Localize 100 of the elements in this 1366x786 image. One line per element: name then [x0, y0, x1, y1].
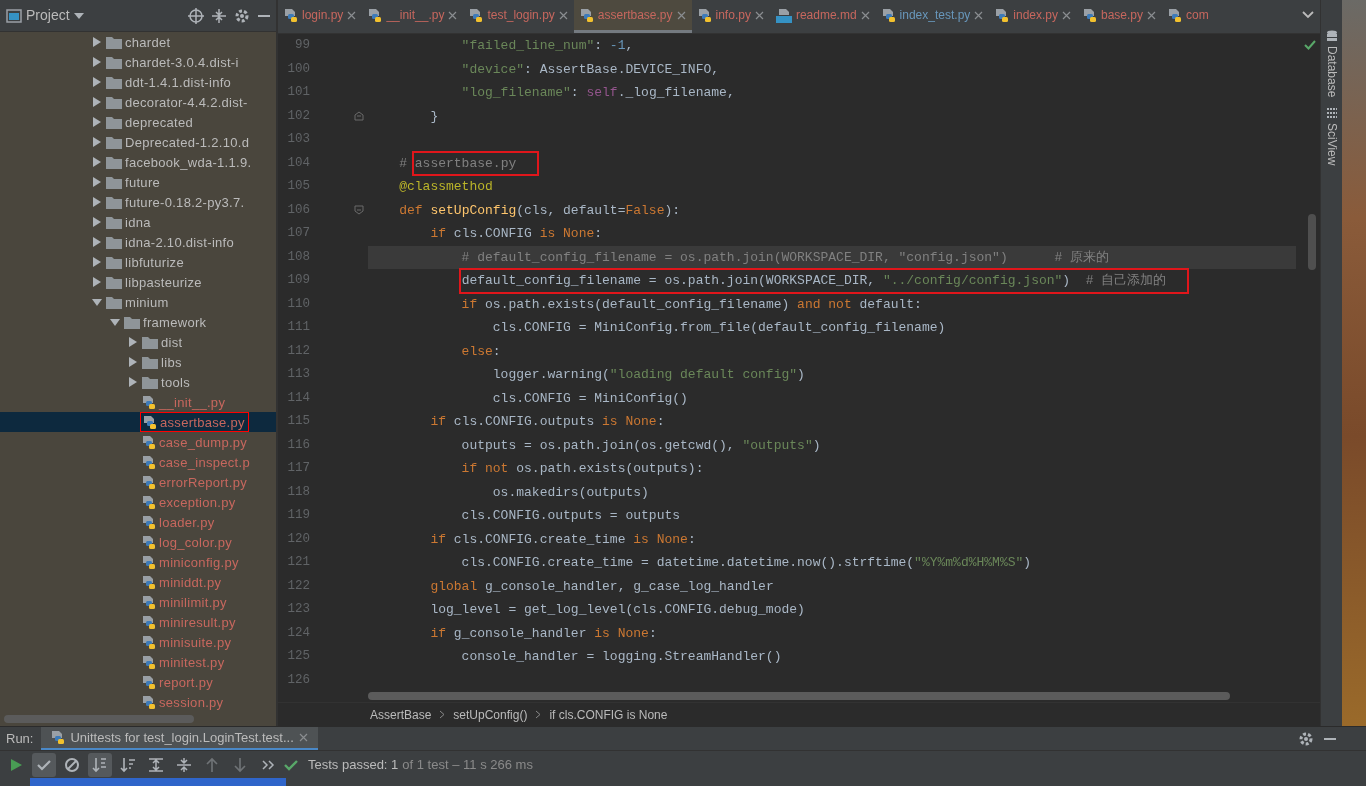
file-item[interactable]: case_dump.py [0, 432, 276, 452]
python-file-icon [142, 454, 156, 470]
line-number: 123 [286, 601, 310, 619]
folder-item[interactable]: libpasteurize [0, 272, 276, 292]
close-icon [558, 10, 568, 20]
file-item[interactable]: report.py [0, 672, 276, 692]
file-item[interactable]: miniddt.py [0, 572, 276, 592]
breadcrumb[interactable]: setUpConfig() [453, 705, 528, 724]
close-icon [860, 10, 870, 20]
editor-tab[interactable]: assertbase.py [573, 0, 692, 33]
folder-item[interactable]: libs [0, 352, 276, 372]
folder-icon [124, 315, 140, 329]
tool-window-button[interactable]: SciView [1322, 107, 1341, 166]
code-line: log_level = get_log_level(cls.CONFIG.debug_mode) [429, 601, 806, 619]
editor-tab[interactable]: __init__.py [362, 0, 464, 33]
file-item[interactable]: miniresult.py [0, 612, 276, 632]
settings-icon [234, 7, 250, 24]
editor-tab[interactable]: test_login.py [463, 0, 574, 33]
code-line: "device": AssertBase.DEVICE_INFO, [460, 60, 721, 79]
line-number: 111 [286, 319, 310, 337]
file-item[interactable]: minitest.py [0, 652, 276, 672]
editor-tab[interactable]: readme.md [769, 0, 876, 33]
folder-item[interactable]: ddt-1.4.1.dist-info [0, 72, 276, 92]
file-item[interactable]: session.py [0, 692, 276, 712]
folder-item[interactable]: future-0.18.2-py3.7. [0, 192, 276, 212]
folder-item[interactable]: future [0, 172, 276, 192]
file-item[interactable]: minilimit.py [0, 592, 276, 612]
folder-item[interactable]: framework [0, 312, 276, 332]
file-item[interactable]: miniconfig.py [0, 552, 276, 572]
file-item[interactable]: exception.py [0, 492, 276, 512]
folder-item[interactable]: idna-2.10.dist-info [0, 232, 276, 252]
collapse-all-icon [176, 756, 192, 773]
vertical-scrollbar[interactable] [1308, 214, 1316, 270]
folder-item[interactable]: dist [0, 332, 276, 352]
line-number: 117 [286, 460, 310, 478]
python-file-icon [995, 7, 1010, 23]
folder-item[interactable]: libfuturize [0, 252, 276, 272]
folder-item[interactable]: tools [0, 372, 276, 392]
file-item[interactable]: loader.py [0, 512, 276, 532]
run-tab[interactable]: Unittests for test_login.LoginTest.test... [41, 727, 318, 750]
code-line: cls.CONFIG.outputs = outputs [460, 507, 682, 525]
tool-window-button[interactable]: Database [1322, 30, 1341, 98]
python-file-icon [142, 534, 156, 550]
database-icon [1325, 30, 1338, 42]
check-button[interactable] [32, 752, 56, 777]
sort-icon [92, 756, 108, 773]
python-file-icon [142, 674, 156, 690]
line-number: 118 [286, 483, 310, 501]
folder-item[interactable]: decorator-4.4.2.dist- [0, 92, 276, 112]
arrow-up-icon [204, 756, 220, 773]
editor-tab[interactable]: index_test.py [875, 0, 990, 33]
editor-tab[interactable]: com [1162, 0, 1215, 33]
folder-item[interactable]: chardet [0, 32, 276, 52]
editor-tab[interactable]: index.py [989, 0, 1077, 33]
folder-item[interactable]: deprecated [0, 112, 276, 132]
collapse-all-icon [212, 8, 226, 23]
folder-icon [142, 375, 158, 389]
editor-tab[interactable]: login.py [278, 0, 363, 33]
file-item[interactable]: assertbase.py [0, 412, 276, 432]
close-icon [754, 10, 764, 20]
line-number: 125 [286, 648, 310, 666]
folder-item[interactable]: facebook_wda-1.1.9. [0, 152, 276, 172]
folder-item[interactable]: Deprecated-1.2.10.d [0, 132, 276, 152]
project-view-dropdown[interactable]: Project [6, 5, 84, 26]
folder-icon [106, 35, 122, 49]
code-line: if cls.CONFIG.create_time is None: [429, 530, 697, 549]
fold-icon [354, 205, 364, 216]
code-line: if os.path.exists(default_config_filename) and not default: [460, 295, 923, 314]
close-icon [298, 733, 308, 742]
chevron-down-icon [1302, 11, 1314, 19]
folder-item[interactable]: idna [0, 212, 276, 232]
folder-icon [106, 135, 122, 149]
breadcrumb[interactable]: AssertBase [370, 705, 432, 724]
line-number: 102 [286, 107, 310, 125]
folder-item[interactable]: chardet-3.0.4.dist-i [0, 52, 276, 72]
editor-tab[interactable]: base.py [1077, 0, 1163, 33]
file-item[interactable]: errorReport.py [0, 472, 276, 492]
python-file-icon [142, 654, 156, 670]
python-file-icon [142, 594, 156, 610]
play-icon [8, 756, 24, 773]
folder-item[interactable]: minium [0, 292, 276, 312]
window-icon [6, 8, 22, 23]
line-number: 113 [286, 366, 310, 384]
locate-icon [188, 7, 204, 24]
editor-tab[interactable]: info.py [691, 0, 770, 33]
folder-icon [106, 95, 122, 109]
file-item[interactable]: minisuite.py [0, 632, 276, 652]
file-item[interactable]: case_inspect.p [0, 452, 276, 472]
code-line: if cls.CONFIG is None: [429, 225, 604, 243]
horizontal-scrollbar[interactable] [4, 715, 194, 723]
python-file-icon [142, 614, 156, 630]
file-item[interactable]: log_color.py [0, 532, 276, 552]
close-icon [448, 10, 458, 20]
chevron-right-icon [535, 710, 542, 719]
breadcrumb[interactable]: if cls.CONFIG is None [549, 705, 668, 724]
horizontal-scrollbar[interactable] [368, 692, 1230, 700]
arrow-down-icon [232, 756, 248, 773]
line-number: 104 [286, 154, 310, 172]
sort-alpha-button[interactable] [88, 752, 112, 777]
file-item[interactable]: __init__.py [0, 392, 276, 412]
